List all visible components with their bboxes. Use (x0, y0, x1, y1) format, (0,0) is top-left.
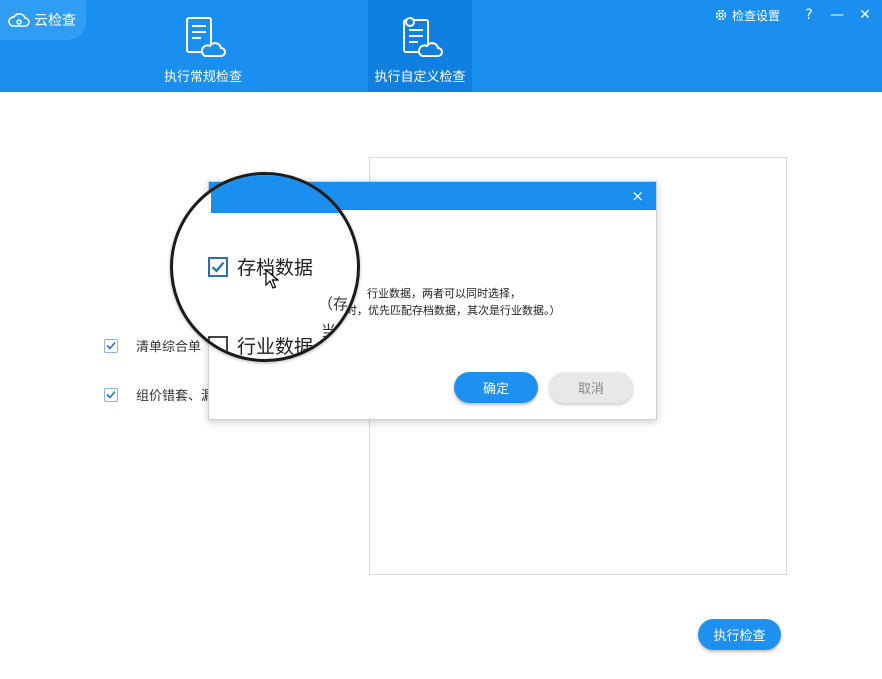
window-controls: 检查设置 ? — ✕ (714, 4, 882, 26)
option-label: 组价错套、漏 (136, 389, 215, 404)
industry-data-label: 行业数据 (237, 336, 314, 358)
help-button[interactable]: ? (798, 7, 820, 23)
tab-regular-check[interactable]: 执行常规检查 (151, 0, 255, 92)
magnified-title-bar (211, 175, 357, 213)
dialog-close-icon[interactable]: × (631, 187, 644, 205)
tab-custom-check[interactable]: 执行自定义检查 (368, 0, 472, 92)
archive-data-checkbox[interactable] (208, 256, 228, 277)
option-label: 清单综合单 (136, 340, 202, 355)
check-settings-label: 检查设置 (731, 8, 780, 23)
app-header: 云检查 执行常规检查 执行自定义检查 检查设置 ? — ✕ (0, 0, 882, 92)
app-title: 云检查 (34, 13, 76, 29)
checkbox[interactable] (104, 387, 118, 402)
option-bill-summary[interactable]: 清单综合单 (104, 336, 201, 355)
minimize-button[interactable]: — (826, 7, 848, 23)
close-button[interactable]: ✕ (854, 7, 876, 23)
checklist-cloud-icon (186, 17, 226, 57)
tab-label: 执行自定义检查 (374, 70, 466, 85)
mouse-cursor-icon (265, 269, 279, 289)
run-check-button[interactable]: 执行检查 (698, 619, 781, 650)
check-icon (211, 261, 225, 273)
ok-button[interactable]: 确定 (454, 372, 538, 403)
app-logo: 云检查 (0, 0, 86, 40)
magnified-paren-text: （存 (318, 295, 349, 313)
check-icon (106, 390, 116, 399)
gear-icon (715, 9, 727, 21)
archive-data-option[interactable]: 存档数据 (208, 253, 313, 280)
check-icon (106, 341, 116, 350)
check-settings-button[interactable]: 检查设置 (714, 7, 780, 24)
magnified-dang-text: 当 (321, 322, 337, 340)
zoom-magnifier: 存档数据 （存 当 行业数据 (170, 172, 360, 362)
tab-label: 执行常规检查 (163, 70, 242, 85)
cloud-icon (8, 13, 30, 27)
dialog-hint-line1: 行业数据，两者可以同时选择， (367, 287, 521, 300)
cancel-button[interactable]: 取消 (549, 372, 633, 403)
dialog-hint-line2: 时，优先匹配存档数据，其次是行业数据。） (346, 304, 561, 317)
industry-data-checkbox[interactable] (208, 335, 228, 356)
checkbox[interactable] (104, 338, 118, 353)
industry-data-option[interactable]: 行业数据 (208, 332, 313, 359)
custom-checklist-icon (403, 17, 443, 57)
option-pricing-error[interactable]: 组价错套、漏 (104, 385, 214, 404)
